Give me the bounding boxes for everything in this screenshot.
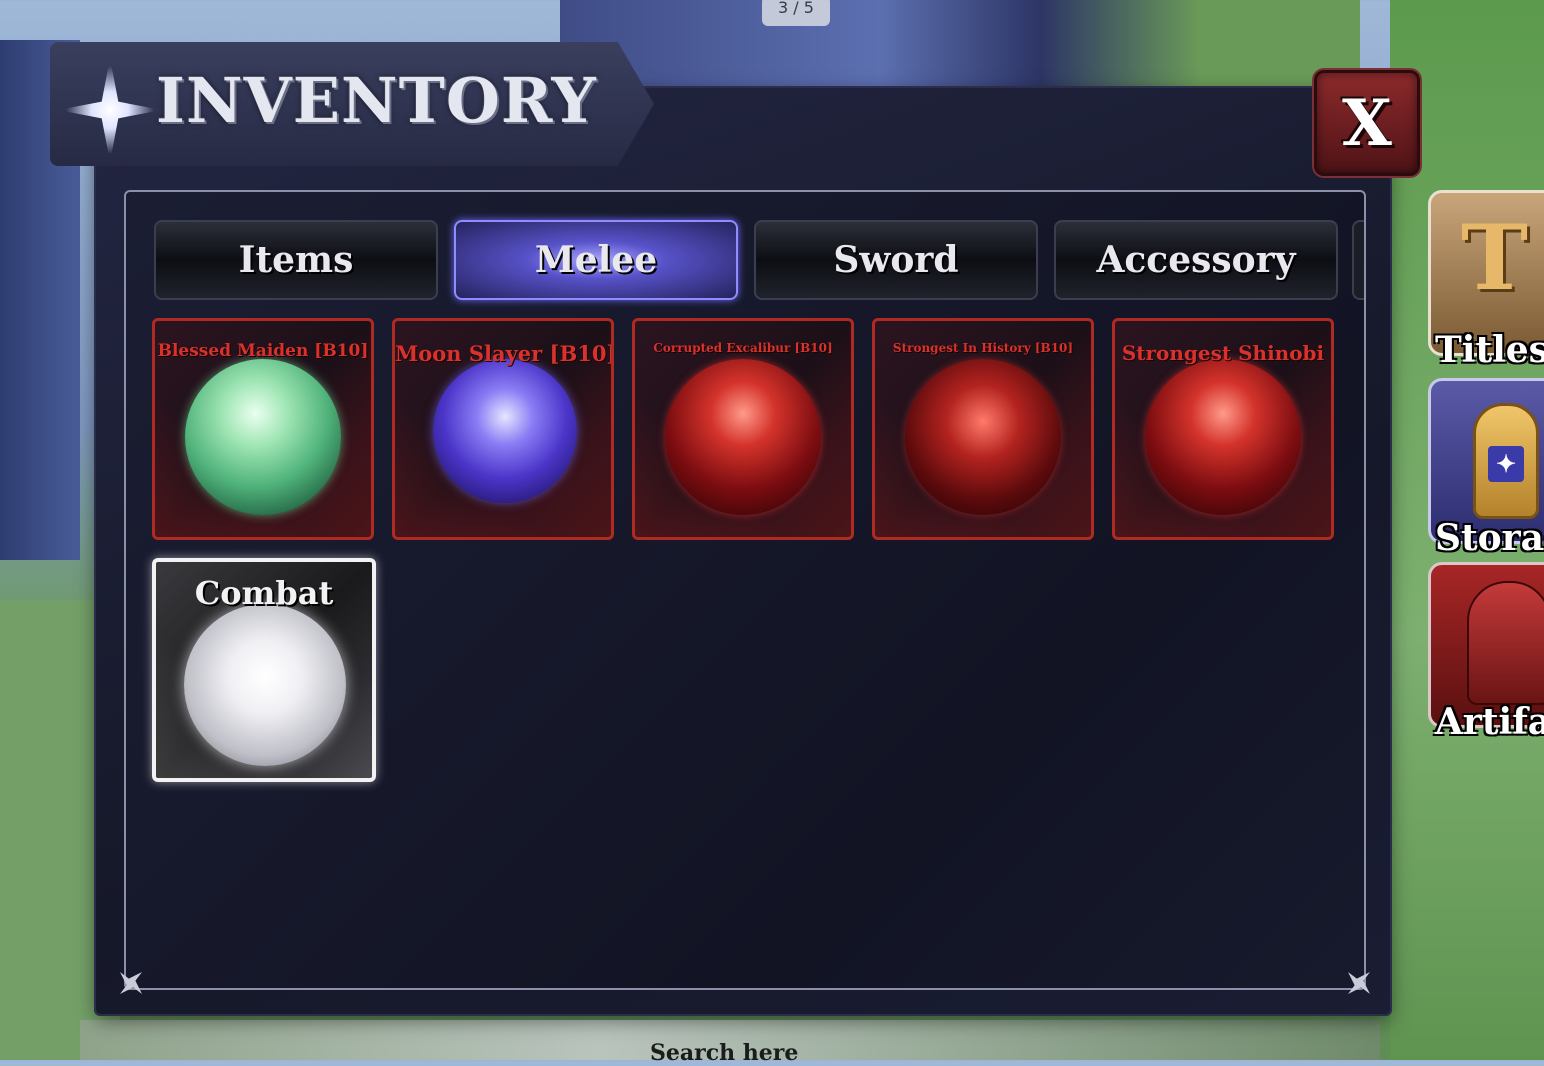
helmet-icon <box>1467 581 1544 705</box>
side-button-label: Titles <box>1435 329 1544 371</box>
page-counter: 3 / 5 <box>762 0 830 26</box>
close-button[interactable]: X <box>1314 70 1420 176</box>
search-hint[interactable]: Search here <box>650 1040 798 1066</box>
inventory-item-combat[interactable]: Combat <box>152 558 376 782</box>
purple-orb-icon <box>433 359 577 503</box>
item-name: Corrupted Excalibur [B10] <box>653 341 833 355</box>
tab-accessory[interactable]: Accessory <box>1054 220 1338 300</box>
item-name: Strongest Shinobi <box>1121 341 1325 365</box>
inventory-item-blessed-maiden[interactable]: Blessed Maiden [B10] <box>152 318 374 540</box>
inventory-item-strongest-shinobi[interactable]: Strongest Shinobi <box>1112 318 1334 540</box>
item-name: Strongest In History [B10] <box>892 341 1074 355</box>
green-orb-icon <box>185 359 341 515</box>
tab-sword[interactable]: Sword <box>754 220 1038 300</box>
side-button-titles[interactable]: T Titles <box>1428 190 1544 371</box>
storage-capsule-icon: ✦ <box>1473 403 1539 519</box>
item-name: Moon Slayer [B10] <box>395 341 614 366</box>
close-icon: X <box>1342 85 1392 161</box>
side-button-label: Storage <box>1435 517 1544 559</box>
side-button-label: Artifacts <box>1435 701 1544 743</box>
white-orb-icon <box>184 604 346 766</box>
page-title: INVENTORY <box>156 64 597 137</box>
red-orb-icon <box>665 359 821 515</box>
side-button-storage[interactable]: ✦ Storage <box>1428 378 1544 559</box>
item-name: Blessed Maiden [B10] <box>157 341 369 361</box>
inventory-item-strongest-in-history[interactable]: Strongest In History [B10] <box>872 318 1094 540</box>
red-orb-icon <box>1145 359 1301 515</box>
red-orb-icon <box>905 359 1061 515</box>
item-name: Combat <box>194 574 334 612</box>
tab-melee[interactable]: Melee <box>454 220 738 300</box>
side-button-artifacts[interactable]: Artifacts <box>1428 562 1544 743</box>
tab-overflow[interactable] <box>1352 220 1364 300</box>
tab-items[interactable]: Items <box>154 220 438 300</box>
sparkle-icon: ✦ <box>1488 446 1524 482</box>
inventory-item-corrupted-excalibur[interactable]: Corrupted Excalibur [B10] <box>632 318 854 540</box>
letter-t-icon: T <box>1461 205 1528 311</box>
background-sky <box>560 0 1360 90</box>
inventory-item-moon-slayer[interactable]: Moon Slayer [B10] <box>392 318 614 540</box>
